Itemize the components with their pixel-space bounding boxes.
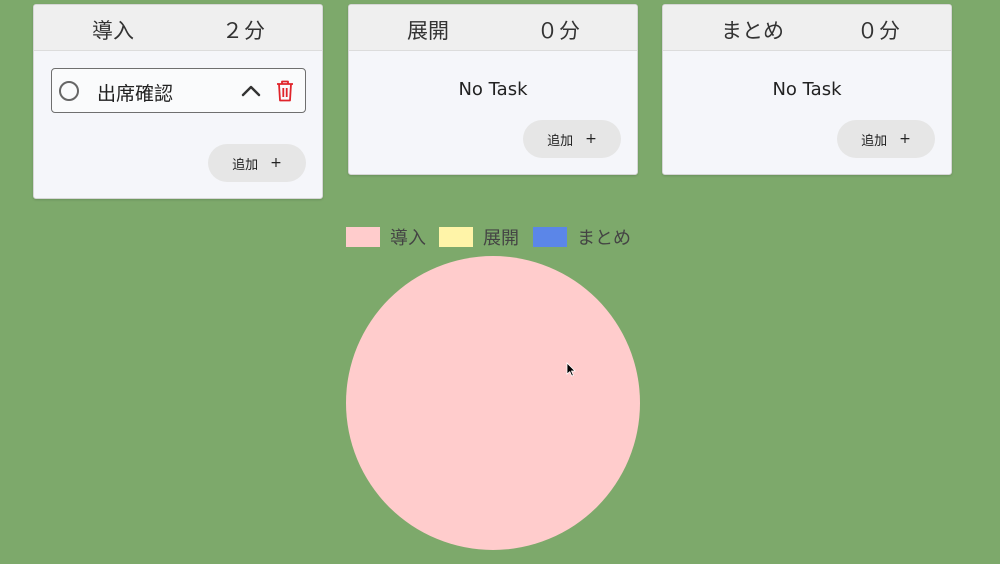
legend-label: 展開 <box>483 228 519 249</box>
phase-card-summary: まとめ ０分 No Task 追加 + <box>662 4 952 175</box>
legend-swatch <box>346 227 380 247</box>
empty-state-text: No Task <box>458 79 528 100</box>
add-label: 追加 <box>861 133 888 149</box>
phase-title: 展開 <box>407 19 449 43</box>
phase-header: 導入 ２分 <box>34 5 322 51</box>
trash-icon[interactable] <box>275 79 295 103</box>
plus-icon: + <box>270 155 282 171</box>
phase-card-develop: 展開 ０分 No Task 追加 + <box>348 4 638 175</box>
legend-swatch <box>439 227 473 247</box>
empty-state-text: No Task <box>772 79 842 100</box>
legend-swatch <box>533 227 567 247</box>
pie-chart <box>346 256 640 550</box>
phase-minutes: ２分 <box>222 19 266 43</box>
phase-minutes: ０分 <box>857 19 901 43</box>
task-name: 出席確認 <box>97 83 174 105</box>
plus-icon: + <box>585 131 597 147</box>
phase-header: まとめ ０分 <box>663 5 951 51</box>
add-task-button[interactable]: 追加 + <box>837 120 935 158</box>
add-task-button[interactable]: 追加 + <box>208 144 306 182</box>
phase-title: まとめ <box>721 19 784 43</box>
add-label: 追加 <box>232 157 259 173</box>
phase-card-intro: 導入 ２分 出席確認 追加 + <box>33 4 323 199</box>
mouse-cursor-icon <box>566 362 576 377</box>
phase-title: 導入 <box>92 19 134 43</box>
phase-minutes: ０分 <box>537 19 581 43</box>
add-task-button[interactable]: 追加 + <box>523 120 621 158</box>
radio-unchecked-icon[interactable] <box>59 81 79 101</box>
pie-slice-0[interactable] <box>346 256 640 550</box>
legend-label: 導入 <box>390 228 426 249</box>
task-item[interactable]: 出席確認 <box>51 68 306 113</box>
plus-icon: + <box>899 131 911 147</box>
chevron-up-icon[interactable] <box>240 80 262 102</box>
legend-label: まとめ <box>577 228 631 249</box>
lesson-planner: 導入 ２分 出席確認 追加 + 展開 ０分 No Task 追加 + まとめ ０… <box>0 0 1000 564</box>
phase-header: 展開 ０分 <box>349 5 637 51</box>
add-label: 追加 <box>547 133 574 149</box>
